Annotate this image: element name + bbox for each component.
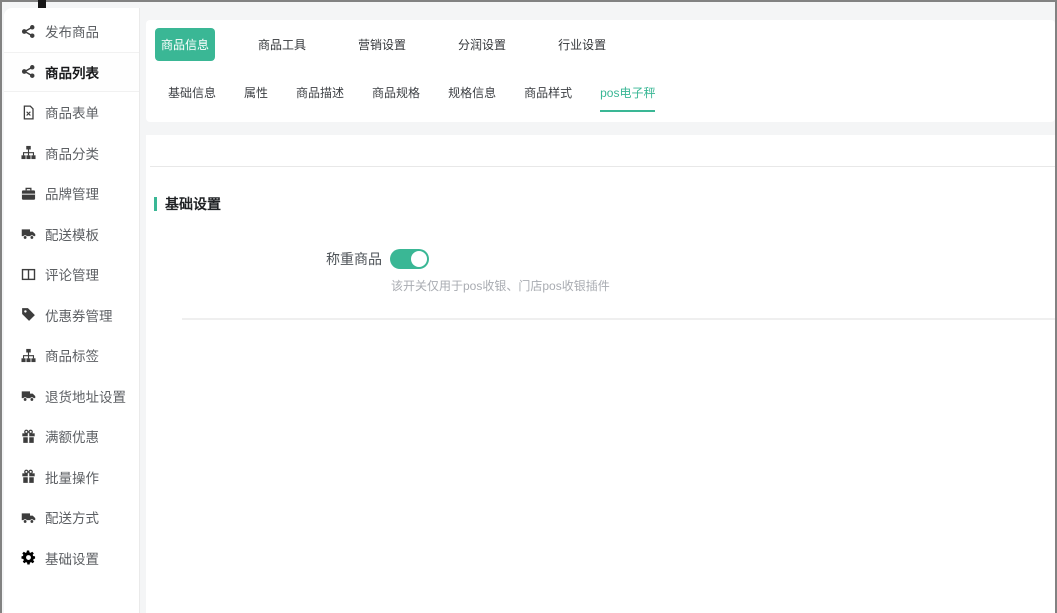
section-title: 基础设置	[165, 194, 221, 214]
tabs-panel: 商品信息 商品工具 营销设置 分润设置 行业设置 基础信息 属性 商品描述 商品…	[146, 20, 1055, 122]
sidebar-item-label: 商品分类	[45, 143, 99, 163]
sidebar-item-label: 配送方式	[45, 507, 99, 527]
columns-icon	[21, 267, 36, 282]
app-window: 发布商品 商品列表 商品表单 商品分类 品牌管理 配送模板 评论管理 优惠券管	[0, 0, 1057, 613]
sidebar-item-product-list[interactable]: 商品列表	[4, 52, 139, 93]
sidebar-item-label: 基础设置	[45, 548, 99, 568]
sidebar-item-product-form[interactable]: 商品表单	[4, 92, 139, 133]
toggle-knob	[411, 251, 427, 267]
truck-icon	[21, 388, 36, 403]
weigh-product-label: 称重商品	[146, 249, 382, 269]
sidebar-item-label: 退货地址设置	[45, 386, 126, 406]
sidebar-item-label: 批量操作	[45, 467, 99, 487]
subtab-description[interactable]: 商品描述	[296, 84, 344, 112]
sidebar-item-label: 满额优惠	[45, 426, 99, 446]
tab-marketing[interactable]: 营销设置	[358, 36, 406, 53]
content-panel: 基础设置 称重商品 该开关仅用于pos收银、门店pos收银插件	[146, 135, 1055, 613]
gift-icon	[21, 469, 36, 484]
sidebar-item-label: 商品标签	[45, 345, 99, 365]
subtab-pos-scale[interactable]: pos电子秤	[600, 84, 655, 112]
sidebar-item-label: 评论管理	[45, 264, 99, 284]
gear-icon	[21, 550, 36, 565]
sidebar-item-label: 发布商品	[45, 21, 99, 41]
section-accent-bar	[154, 197, 157, 211]
gift-icon	[21, 429, 36, 444]
tag-icon	[21, 307, 36, 322]
tab-product-tools[interactable]: 商品工具	[258, 36, 306, 53]
sidebar-item-brand-management[interactable]: 品牌管理	[4, 173, 139, 214]
section-header: 基础设置	[154, 194, 221, 214]
sitemap-icon	[21, 348, 36, 363]
primary-tab-bar: 商品信息 商品工具 营销设置 分润设置 行业设置	[155, 28, 658, 61]
subtab-basic-info[interactable]: 基础信息	[168, 84, 216, 112]
subtab-attributes[interactable]: 属性	[244, 84, 268, 112]
subtab-spec-info[interactable]: 规格信息	[448, 84, 496, 112]
sidebar-item-product-category[interactable]: 商品分类	[4, 133, 139, 174]
secondary-tab-bar: 基础信息 属性 商品描述 商品规格 规格信息 商品样式 pos电子秤	[168, 84, 655, 112]
sidebar-item-coupon-management[interactable]: 优惠券管理	[4, 295, 139, 336]
sidebar-item-publish-product[interactable]: 发布商品	[4, 11, 139, 52]
sidebar-item-delivery-method[interactable]: 配送方式	[4, 497, 139, 538]
sidebar-item-delivery-template[interactable]: 配送模板	[4, 214, 139, 255]
sidebar-item-label: 品牌管理	[45, 183, 99, 203]
file-excel-icon	[21, 105, 36, 120]
sidebar-item-label: 配送模板	[45, 224, 99, 244]
sidebar-item-full-discount[interactable]: 满额优惠	[4, 416, 139, 457]
divider	[182, 318, 1055, 320]
sidebar-item-basic-settings[interactable]: 基础设置	[4, 538, 139, 579]
sidebar-item-label: 优惠券管理	[45, 305, 113, 325]
subtab-product-style[interactable]: 商品样式	[524, 84, 572, 112]
tab-product-info[interactable]: 商品信息	[155, 28, 215, 61]
share-nodes-icon	[21, 64, 36, 79]
divider	[150, 166, 1055, 167]
sidebar: 发布商品 商品列表 商品表单 商品分类 品牌管理 配送模板 评论管理 优惠券管	[4, 8, 140, 613]
toggle-help-text: 该开关仅用于pos收银、门店pos收银插件	[391, 277, 610, 294]
briefcase-icon	[21, 186, 36, 201]
sidebar-item-return-address[interactable]: 退货地址设置	[4, 376, 139, 417]
subtab-specs[interactable]: 商品规格	[372, 84, 420, 112]
weigh-product-toggle[interactable]	[390, 249, 429, 269]
truck-icon	[21, 226, 36, 241]
sidebar-item-label: 商品列表	[45, 62, 99, 82]
tab-profit-sharing[interactable]: 分润设置	[458, 36, 506, 53]
tab-industry[interactable]: 行业设置	[558, 36, 606, 53]
sidebar-item-product-tags[interactable]: 商品标签	[4, 335, 139, 376]
sitemap-icon	[21, 145, 36, 160]
truck-icon	[21, 510, 36, 525]
sidebar-item-review-management[interactable]: 评论管理	[4, 254, 139, 295]
sidebar-item-label: 商品表单	[45, 102, 99, 122]
share-nodes-icon	[21, 24, 36, 39]
sidebar-item-batch-operations[interactable]: 批量操作	[4, 457, 139, 498]
